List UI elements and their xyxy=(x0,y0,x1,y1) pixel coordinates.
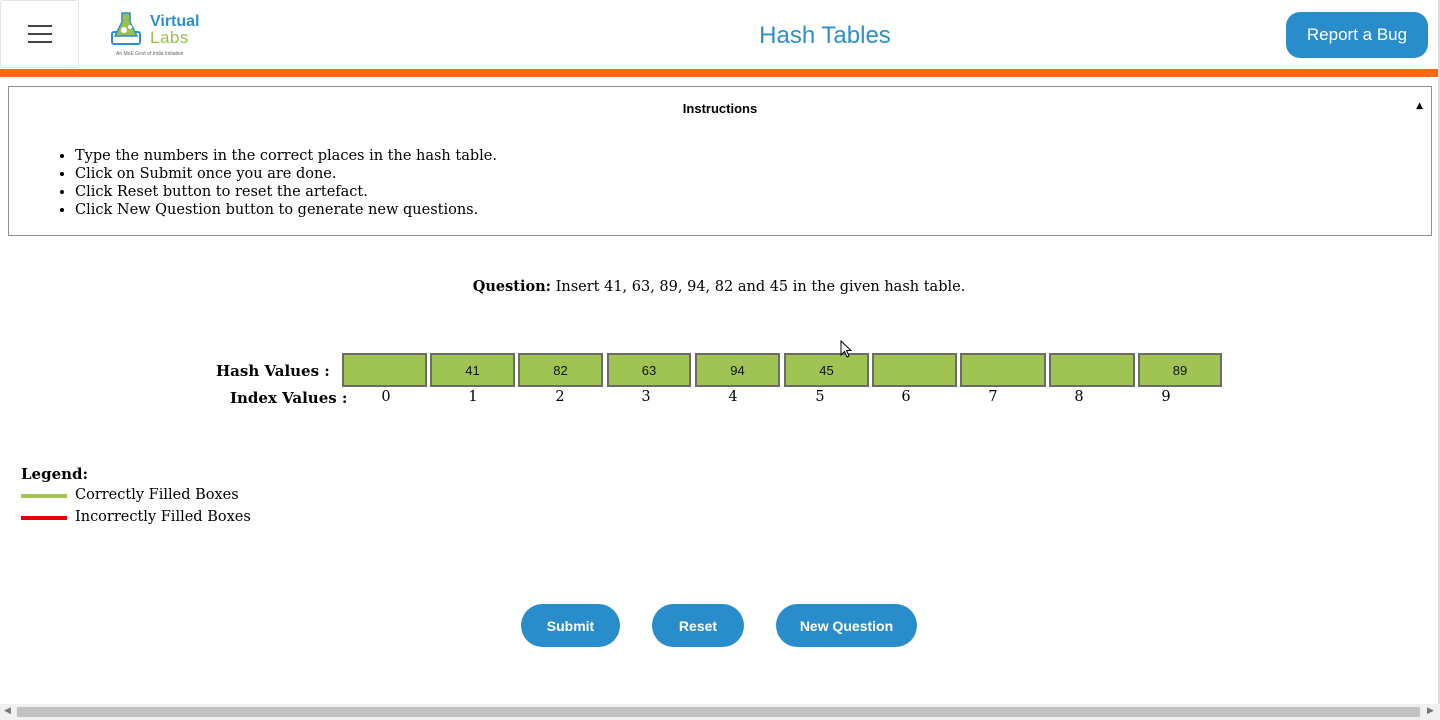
question-label: Question: xyxy=(472,278,552,295)
horizontal-scrollbar[interactable]: ◀ ▶ xyxy=(0,704,1440,720)
hash-cell-input[interactable]: 45 xyxy=(784,353,869,387)
page-title: Hash Tables xyxy=(759,22,891,49)
submit-button[interactable]: Submit xyxy=(521,604,620,647)
instruction-item: Click New Question button to generate ne… xyxy=(75,201,497,219)
virtual-labs-logo[interactable]: Virtual Labs An MoE Govt of India Initia… xyxy=(110,10,210,60)
mouse-pointer-icon xyxy=(840,340,853,358)
header: Virtual Labs An MoE Govt of India Initia… xyxy=(0,0,1440,70)
menu-icon-bar xyxy=(27,33,52,35)
question-body: Insert 41, 63, 89, 94, 82 and 45 in the … xyxy=(555,279,966,295)
legend-incorrect-label: Incorrectly Filled Boxes xyxy=(75,509,251,525)
scroll-left-arrow-icon[interactable]: ◀ xyxy=(4,706,11,716)
index-value: 7 xyxy=(988,389,998,405)
legend-title: Legend: xyxy=(21,465,89,483)
instructions-panel: Instructions ▲ Type the numbers in the c… xyxy=(8,86,1432,236)
instruction-item: Click Reset button to reset the artefact… xyxy=(75,183,497,201)
reset-button[interactable]: Reset xyxy=(652,604,744,647)
horizontal-scroll-thumb[interactable] xyxy=(17,707,1420,717)
index-value: 4 xyxy=(728,389,738,405)
flask-logo-icon xyxy=(111,12,141,45)
hash-values-label: Hash Values : xyxy=(216,362,330,380)
logo-tagline: An MoE Govt of India Initiative xyxy=(116,51,184,57)
index-value: 6 xyxy=(901,389,911,405)
index-values-label: Index Values : xyxy=(230,389,348,407)
question-text: Question: Insert 41, 63, 89, 94, 82 and … xyxy=(0,278,1438,295)
report-bug-button[interactable]: Report a Bug xyxy=(1286,12,1428,58)
index-value: 8 xyxy=(1074,389,1084,405)
index-value: 0 xyxy=(381,389,391,405)
index-value: 5 xyxy=(815,389,825,405)
logo-text-labs: Labs xyxy=(150,28,189,47)
scroll-right-arrow-icon[interactable]: ▶ xyxy=(1427,706,1434,716)
hash-cell-input[interactable] xyxy=(342,353,427,387)
legend-incorrect-swatch xyxy=(21,516,67,520)
index-value: 3 xyxy=(641,389,651,405)
instruction-item: Click on Submit once you are done. xyxy=(75,165,497,183)
index-value: 2 xyxy=(555,389,565,405)
new-question-button[interactable]: New Question xyxy=(776,604,917,647)
hash-cell-input[interactable]: 82 xyxy=(518,353,603,387)
hash-cell-input[interactable]: 41 xyxy=(430,353,515,387)
index-value: 9 xyxy=(1161,389,1171,405)
hash-cell-input[interactable]: 63 xyxy=(607,353,691,387)
instructions-list: Type the numbers in the correct places i… xyxy=(34,147,497,219)
header-accent-bar xyxy=(0,69,1438,77)
index-value: 1 xyxy=(468,389,478,405)
hash-cell-input[interactable]: 89 xyxy=(1138,353,1222,387)
hash-cell-input[interactable] xyxy=(960,353,1046,387)
collapse-triangle-icon[interactable]: ▲ xyxy=(1416,101,1423,111)
instruction-item: Type the numbers in the correct places i… xyxy=(75,147,497,165)
hash-cell-input[interactable] xyxy=(1049,353,1135,387)
legend-correct-swatch xyxy=(21,494,67,498)
menu-icon-bar xyxy=(27,25,52,27)
instructions-title[interactable]: Instructions xyxy=(9,101,1431,116)
hash-cell-input[interactable]: 94 xyxy=(695,353,780,387)
hash-cell-input[interactable] xyxy=(872,353,957,387)
menu-icon-bar xyxy=(27,41,52,43)
hamburger-menu-button[interactable] xyxy=(0,0,79,68)
legend-correct-label: Correctly Filled Boxes xyxy=(75,487,239,503)
